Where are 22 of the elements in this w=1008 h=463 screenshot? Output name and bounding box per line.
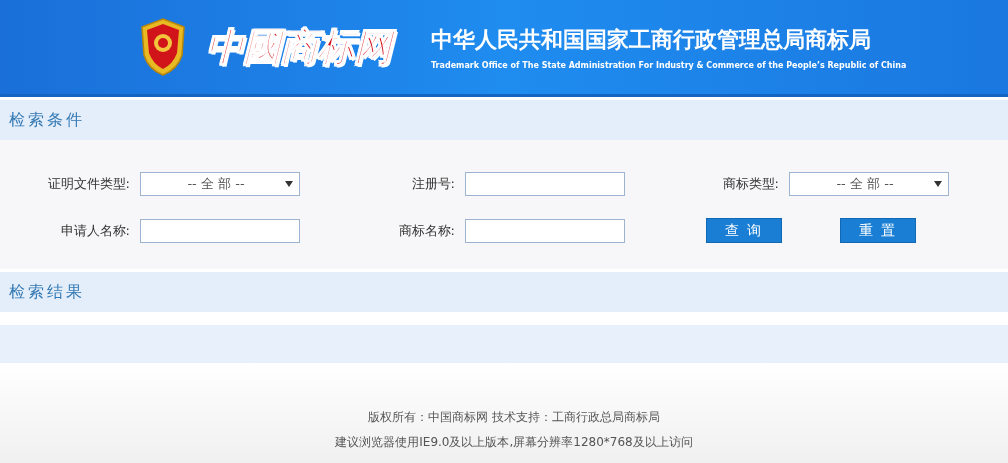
field-label: 商标名称: [397,221,455,240]
site-title: 中华人民共和国国家工商行政管理总局商标局 [431,25,872,54]
site-logo: 中國商标网 [202,20,399,74]
shield-emblem-icon [138,17,188,77]
text-input-field[interactable] [465,172,625,196]
field-label: 商标类型: [721,175,779,193]
dropdown-field[interactable]: -- 全 部 -- [140,172,300,196]
footer-text: 建议浏览器使用IE9.0及以上版本,屏幕分辨率1280*768及以上访问 [335,434,693,451]
field-label: 注册号: [410,175,455,193]
dropdown-field[interactable]: -- 全 部 -- [789,172,949,196]
footer-text: 版权所有：中国商标网 技术支持：工商行政总局商标局 [368,409,660,426]
form-button[interactable]: 查 询 [706,218,782,243]
caret-icon [285,181,293,187]
section-title: 检索条件 [9,109,85,131]
form-button[interactable]: 重 置 [840,218,916,243]
field-label: 申请人名称: [59,221,130,240]
site-subtitle: Trademark Office of The State Administration For Industry & Commerce of the People’s Republic of China [431,60,907,70]
caret-icon [934,181,942,187]
field-label: 证明文件类型: [46,175,130,193]
text-input-field[interactable] [465,218,625,243]
section-title: 检索结果 [9,281,85,303]
text-input-field[interactable] [140,218,300,243]
